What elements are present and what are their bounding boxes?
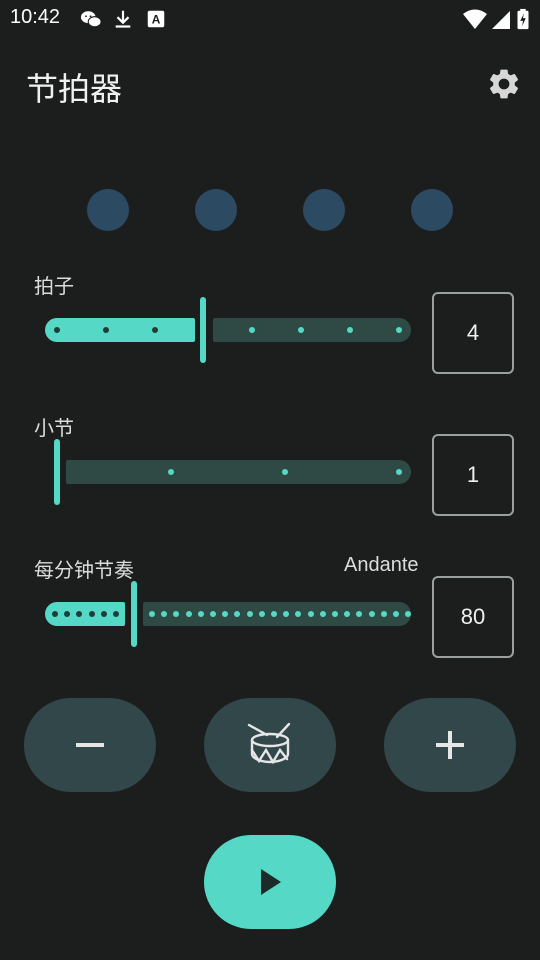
bars-label: 小节 (34, 418, 74, 440)
slider-tick (52, 611, 58, 617)
drum-icon (247, 722, 291, 765)
slider-tick (234, 611, 241, 617)
page-title: 节拍器 (26, 71, 123, 107)
slider-tick (54, 327, 60, 333)
slider-tick (103, 327, 109, 333)
beats-slider-active-track (45, 318, 195, 342)
slider-tick (113, 611, 119, 617)
slider-tick (344, 611, 351, 617)
signal-icon (492, 11, 510, 29)
slider-tick (393, 611, 399, 617)
tempo-slider-handle[interactable] (131, 581, 137, 647)
beats-slider-inactive-track (213, 318, 411, 342)
slider-tick (319, 611, 326, 617)
slider-tick (197, 611, 204, 617)
svg-text:A: A (152, 13, 161, 27)
bars-slider-inactive-track (66, 460, 411, 484)
slider-tick (173, 611, 180, 617)
slider-tick (282, 469, 288, 475)
plus-icon (436, 731, 464, 759)
beat-indicator (195, 189, 237, 231)
slider-tick (380, 611, 387, 617)
play-button[interactable] (204, 835, 336, 929)
slider-tick (64, 611, 71, 617)
slider-tick (246, 611, 253, 617)
slider-tick (149, 611, 155, 617)
slider-tick (405, 611, 412, 617)
slider-tick (185, 611, 192, 617)
a-box-icon: A (147, 10, 165, 28)
slider-tick (88, 611, 95, 617)
slider-tick (295, 611, 302, 617)
slider-tick (258, 611, 265, 617)
tempo-slider-inactive-track (143, 602, 412, 626)
decrease-button[interactable] (24, 698, 156, 792)
beats-slider-handle[interactable] (200, 297, 206, 363)
wifi-icon (463, 9, 487, 29)
slider-tick (161, 611, 168, 617)
tempo-slider[interactable] (45, 581, 412, 647)
beat-indicator (303, 189, 345, 231)
slider-tick (307, 611, 314, 617)
beats-label: 拍子 (34, 276, 74, 298)
slider-tick (347, 327, 353, 333)
beat-indicator (87, 189, 129, 231)
slider-tick (396, 469, 402, 475)
bars-value-field[interactable]: 1 (432, 434, 514, 516)
slider-tick (222, 611, 229, 617)
bars-slider-handle[interactable] (54, 439, 60, 505)
slider-tick (332, 611, 338, 617)
wechat-icon (80, 11, 102, 28)
bars-slider[interactable] (45, 439, 411, 505)
slider-tick (298, 327, 304, 333)
slider-tick (283, 611, 290, 617)
slider-tick (168, 469, 174, 475)
increase-button[interactable] (384, 698, 516, 792)
play-icon (261, 869, 281, 895)
tempo-value-field[interactable]: 80 (432, 576, 514, 658)
tempo-label: 每分钟节奏 (34, 560, 134, 582)
download-icon (115, 10, 131, 28)
beats-value-field[interactable]: 4 (432, 292, 514, 374)
slider-tick (368, 611, 375, 617)
slider-tick (100, 611, 107, 617)
sound-button[interactable] (204, 698, 336, 792)
battery-icon (517, 8, 529, 30)
slider-tick (271, 611, 277, 617)
slider-tick (210, 611, 216, 617)
slider-tick (76, 611, 83, 617)
slider-tick (396, 327, 402, 333)
slider-tick (356, 611, 363, 617)
tempo-slider-active-track (45, 602, 125, 626)
minus-icon (76, 743, 104, 747)
beats-slider[interactable] (45, 297, 411, 363)
tempo-name: Andante (344, 554, 419, 576)
status-time: 10:42 (10, 6, 61, 28)
slider-tick (152, 327, 158, 333)
gear-icon[interactable] (486, 66, 522, 102)
slider-tick (249, 327, 255, 333)
beat-indicator (411, 189, 453, 231)
